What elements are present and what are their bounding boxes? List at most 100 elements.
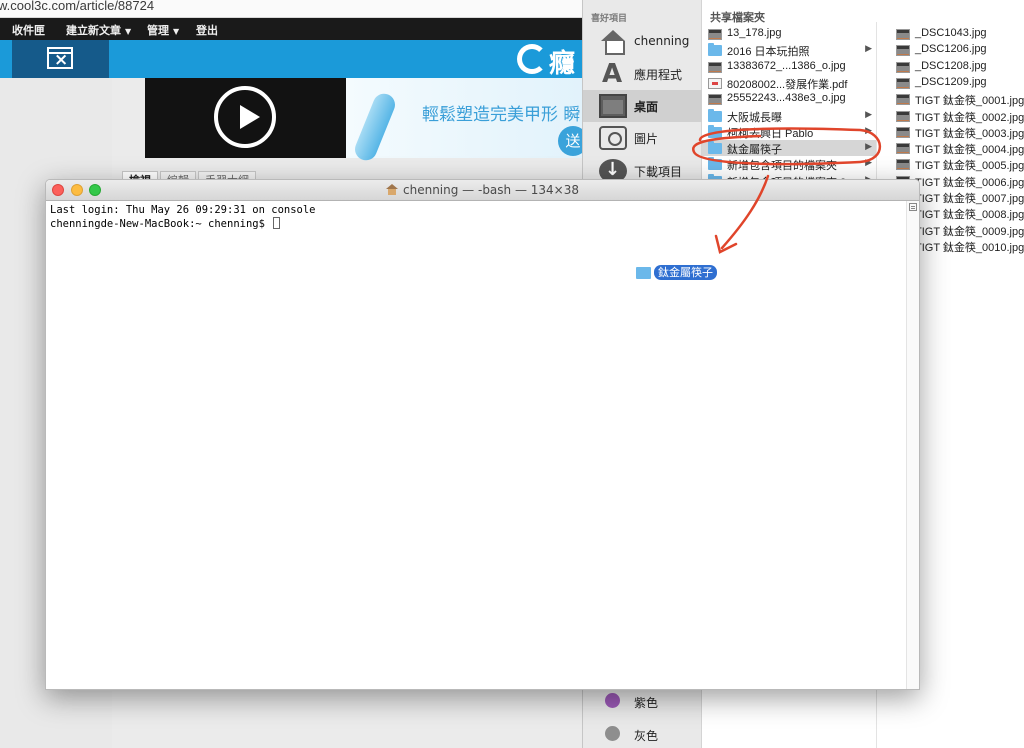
file-name: 柯柯去興日 Pablo: [727, 127, 814, 140]
advertisement-banner[interactable]: 輕鬆塑造完美甲形 瞬 送: [145, 78, 590, 164]
file-row[interactable]: _DSC1208.jpg: [890, 59, 1024, 75]
favorites-section-title: 喜好項目: [591, 14, 628, 24]
chevron-right-icon: ▶: [865, 43, 872, 54]
folder-row[interactable]: 鈦金屬筷子 ▶: [702, 140, 876, 157]
admin-logout-link[interactable]: 登出: [196, 22, 218, 38]
file-row[interactable]: TIGT 鈦金筷_0001.jpg: [890, 91, 1024, 107]
folder-icon: [636, 267, 651, 279]
camera-icon: [599, 126, 627, 150]
file-row[interactable]: _DSC1209.jpg: [890, 75, 1024, 91]
chevron-down-icon: ▼: [125, 27, 132, 36]
folder-row[interactable]: 新增包含項目的檔案夾 ▶: [702, 156, 876, 172]
site-header: 癮: [0, 40, 590, 79]
file-row[interactable]: 13383672_...1386_o.jpg: [702, 59, 876, 75]
image-file-icon: [708, 29, 722, 40]
browser-url-bar[interactable]: w.cool3c.com/article/88724: [0, 0, 590, 18]
terminal-content[interactable]: Last login: Thu May 26 09:29:31 on conso…: [50, 204, 908, 688]
file-name: _DSC1043.jpg: [915, 27, 987, 39]
shared-folder-title: 共享檔案夾: [710, 11, 765, 24]
nav-toggle-button[interactable]: [12, 40, 109, 78]
file-name: 25552243...438e3_o.jpg: [727, 92, 846, 105]
image-file-icon: [896, 77, 910, 89]
file-name: TIGT 鈦金筷_0004.jpg: [915, 144, 1024, 157]
chevron-down-icon: ▼: [173, 27, 180, 36]
file-row[interactable]: 13_178.jpg: [702, 26, 876, 42]
file-name: TIGT 鈦金筷_0005.jpg: [915, 160, 1024, 173]
file-name: 大阪城長曝: [727, 111, 782, 124]
site-logo-icon: [517, 44, 547, 74]
image-file-icon: [896, 143, 910, 155]
tag-purple[interactable]: 紫色: [634, 694, 658, 711]
file-name: 2016 日本玩拍照: [727, 46, 810, 59]
folder-row[interactable]: 柯柯去興日 Pablo ▶: [702, 124, 876, 140]
folder-icon: [708, 157, 722, 171]
tag-gray[interactable]: 灰色: [634, 727, 658, 744]
file-name: TIGT 鈦金筷_0009.jpg: [915, 225, 1024, 238]
terminal-title-text: chenning — -bash — 134×38: [403, 183, 579, 197]
site-logo-text: 癮: [549, 49, 576, 79]
image-file-icon: [896, 29, 910, 40]
folder-row[interactable]: 2016 日本玩拍照 ▶: [702, 42, 876, 58]
file-row[interactable]: TIGT 鈦金筷_0002.jpg: [890, 108, 1024, 124]
ad-video[interactable]: [145, 78, 346, 158]
sidebar-item-desktop[interactable]: 桌面: [583, 90, 702, 122]
ad-image[interactable]: 輕鬆塑造完美甲形 瞬 送: [346, 78, 590, 164]
sidebar-item-applications[interactable]: 應用程式: [583, 58, 702, 90]
image-file-icon: [896, 94, 910, 106]
tag-purple-icon: [605, 693, 620, 708]
file-name: 13_178.jpg: [727, 27, 782, 39]
nail-pen-image: [351, 90, 399, 164]
file-name: TIGT 鈦金筷_0007.jpg: [915, 193, 1024, 205]
pdf-file-icon: [708, 77, 722, 89]
terminal-prompt-line: chenningde-New-MacBook:~ chenning$: [50, 217, 908, 231]
file-name: 80208002...發展作業.pdf: [727, 78, 848, 91]
sidebar-item-label: 下載項目: [634, 165, 683, 179]
file-row[interactable]: TIGT 鈦金筷_0003.jpg: [890, 124, 1024, 140]
ad-slogan: 輕鬆塑造完美甲形 瞬: [422, 105, 581, 125]
file-row[interactable]: _DSC1043.jpg: [890, 26, 1024, 42]
folder-icon: [708, 43, 722, 57]
file-name: 鈦金屬筷子: [727, 144, 782, 157]
admin-new-article-menu[interactable]: 建立新文章 ▼: [66, 22, 131, 38]
file-row[interactable]: 80208002...發展作業.pdf: [702, 75, 876, 91]
file-row[interactable]: TIGT 鈦金筷_0004.jpg: [890, 140, 1024, 156]
terminal-scrollbar[interactable]: [906, 201, 919, 689]
image-file-icon: [708, 61, 722, 73]
play-icon[interactable]: [214, 86, 276, 148]
file-name: TIGT 鈦金筷_0001.jpg: [915, 95, 1024, 108]
file-row[interactable]: TIGT 鈦金筷_0005.jpg: [890, 156, 1024, 172]
tag-gray-icon: [605, 726, 620, 741]
dragged-folder-label: 鈦金屬筷子: [654, 265, 717, 280]
image-file-icon: [708, 94, 722, 106]
folder-icon: [708, 141, 722, 155]
chevron-right-icon: ▶: [865, 157, 872, 168]
folder-icon: [708, 108, 722, 122]
image-file-icon: [896, 110, 910, 122]
file-name: TIGT 鈦金筷_0008.jpg: [915, 209, 1024, 222]
file-name: TIGT 鈦金筷_0006.jpg: [915, 176, 1024, 189]
file-row[interactable]: _DSC1206.jpg: [890, 42, 1024, 58]
terminal-title: chenning — -bash — 134×38: [46, 183, 919, 197]
admin-manage-menu[interactable]: 管理 ▼: [147, 22, 179, 38]
file-name: TIGT 鈦金筷_0003.jpg: [915, 127, 1024, 140]
close-window-icon: [47, 47, 73, 70]
terminal-title-bar[interactable]: chenning — -bash — 134×38: [46, 180, 919, 201]
sidebar-item-label: 應用程式: [634, 68, 683, 82]
scroll-marks-icon: [909, 203, 917, 211]
file-name: 新增包含項目的檔案夾: [727, 160, 837, 173]
image-file-icon: [896, 159, 910, 171]
applications-icon: [599, 59, 627, 89]
chevron-right-icon: ▶: [865, 108, 872, 119]
folder-row[interactable]: 大阪城長曝 ▶: [702, 108, 876, 124]
home-icon: [599, 30, 627, 55]
sidebar-item-home[interactable]: chenning: [583, 26, 702, 58]
text-cursor: [273, 217, 281, 229]
file-row[interactable]: 25552243...438e3_o.jpg: [702, 91, 876, 107]
image-file-icon: [896, 45, 910, 57]
admin-inbox-link[interactable]: 收件匣: [12, 22, 45, 38]
file-name: TIGT 鈦金筷_0002.jpg: [915, 111, 1024, 124]
terminal-prompt: chenningde-New-MacBook:~ chenning$: [50, 218, 272, 230]
sidebar-item-pictures[interactable]: 圖片: [583, 122, 702, 154]
terminal-window[interactable]: chenning — -bash — 134×38 Last login: Th…: [45, 179, 920, 690]
chevron-right-icon: ▶: [865, 141, 872, 152]
